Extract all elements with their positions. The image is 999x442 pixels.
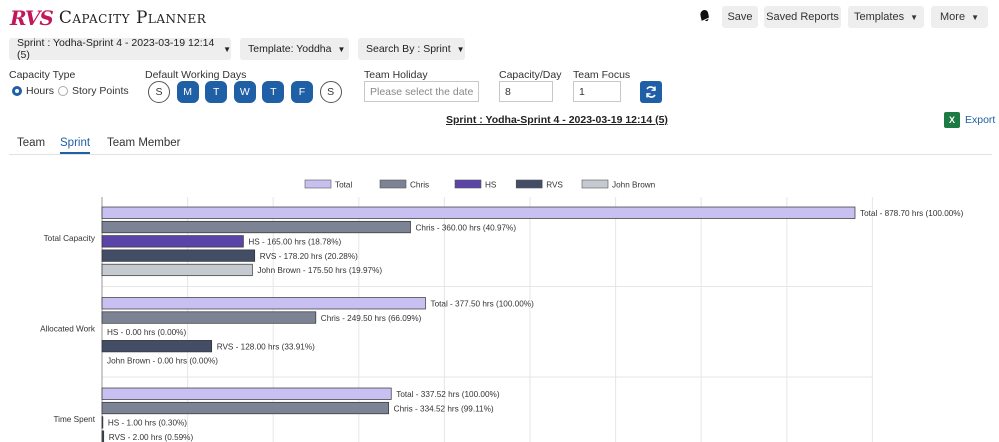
bar	[101, 297, 426, 310]
data-label: HS - 1.00 hrs (0.30%)	[108, 419, 187, 428]
bar	[101, 340, 213, 353]
bar	[101, 206, 856, 219]
bar	[101, 249, 256, 262]
data-label: RVS - 128.00 hrs (33.91%)	[217, 342, 315, 351]
chevron-down-icon: ▼	[337, 44, 346, 54]
bar	[101, 263, 253, 277]
team-holiday-label: Team Holiday	[364, 69, 428, 81]
legend-swatch	[454, 179, 482, 189]
working-day-toggle[interactable]: F	[291, 81, 313, 103]
bar	[101, 430, 105, 442]
report-heading: Sprint : Yodha-Sprint 4 - 2023-03-19 12:…	[446, 114, 668, 126]
capacity-bar-chart: Total Chris HS RVS John Brown Total Capacity T…	[40, 179, 964, 442]
data-label: HS - 0.00 hrs (0.00%)	[107, 328, 186, 337]
more-label: More	[940, 11, 966, 23]
hours-label: Hours	[26, 85, 55, 97]
legend-swatch	[515, 179, 543, 189]
data-label: RVS - 178.20 hrs (20.28%)	[260, 252, 358, 261]
legend-swatch	[581, 179, 609, 189]
bar	[101, 220, 411, 234]
legend-label: RVS	[546, 181, 563, 190]
sprint-dropdown[interactable]: Sprint : Yodha-Sprint 4 - 2023-03-19 12:…	[9, 37, 231, 61]
refresh-icon	[646, 86, 656, 98]
working-day-toggle[interactable]: W	[233, 81, 256, 103]
data-label: Total - 337.52 hrs (100.00%)	[396, 390, 500, 399]
app-logo: RVS Capacity Planner	[10, 5, 206, 31]
more-dropdown[interactable]: More ▼	[931, 6, 988, 28]
chevron-down-icon: ▼	[910, 12, 919, 22]
bar	[101, 387, 392, 400]
template-dropdown-label: Template: Yoddha	[248, 43, 332, 55]
legend-label: John Brown	[612, 181, 656, 190]
excel-icon: X	[944, 112, 960, 128]
capacity-type-label: Capacity Type	[9, 69, 76, 81]
chevron-down-icon: ▼	[971, 12, 979, 22]
templates-dropdown[interactable]: Templates ▼	[848, 6, 924, 28]
refresh-button[interactable]	[640, 81, 662, 103]
legend-label: HS	[485, 181, 497, 190]
working-day-toggle[interactable]: S	[319, 81, 342, 103]
search-by-label: Search By : Sprint	[366, 43, 451, 55]
radio-unselected-icon	[58, 86, 68, 96]
data-label: Total - 878.70 hrs (100.00%)	[860, 209, 964, 218]
search-by-dropdown[interactable]: Search By : Sprint ▼	[358, 38, 465, 60]
chevron-down-icon: ▼	[223, 44, 231, 54]
sprint-dropdown-label: Sprint : Yodha-Sprint 4 - 2023-03-19 12:…	[17, 37, 215, 61]
team-focus-input[interactable]: 1	[573, 81, 621, 102]
capacity-day-label: Capacity/Day	[499, 69, 562, 81]
working-day-toggle[interactable]: T	[205, 81, 228, 103]
bar	[101, 311, 317, 324]
tab-team[interactable]: Team	[17, 137, 45, 149]
working-day-toggle[interactable]: S	[148, 81, 170, 103]
saved-reports-button[interactable]: Saved Reports	[764, 6, 841, 28]
export-button[interactable]: X Export	[944, 112, 995, 128]
radio-selected-icon	[12, 86, 22, 96]
bar	[101, 416, 104, 429]
working-day-toggle[interactable]: T	[262, 81, 285, 103]
category-label: Time Spent	[53, 415, 95, 424]
export-label: Export	[965, 114, 996, 126]
data-label: Chris - 249.50 hrs (66.09%)	[321, 314, 422, 323]
tab-sprint[interactable]: Sprint	[60, 137, 91, 154]
bar	[101, 235, 244, 248]
data-label: John Brown - 0.00 hrs (0.00%)	[107, 357, 218, 366]
chevron-down-icon: ▼	[456, 44, 465, 54]
capacity-day-input[interactable]: 8	[499, 81, 553, 102]
templates-label: Templates	[853, 11, 905, 23]
category-label: Total Capacity	[44, 234, 96, 243]
working-days-label: Default Working Days	[145, 69, 247, 81]
data-label: Chris - 360.00 hrs (40.97%)	[416, 223, 517, 232]
story-points-label: Story Points	[72, 85, 129, 97]
data-label: Total - 377.50 hrs (100.00%)	[430, 300, 534, 309]
team-holiday-input[interactable]: Please select the date	[364, 81, 479, 102]
legend-swatch	[379, 179, 407, 189]
bar	[101, 401, 390, 415]
data-label: RVS - 2.00 hrs (0.59%)	[109, 433, 194, 442]
category-label: Allocated Work	[40, 325, 96, 334]
notification-icon[interactable]	[697, 8, 713, 24]
legend-label: Chris	[410, 181, 429, 190]
tab-team-member[interactable]: Team Member	[107, 137, 181, 149]
data-label: John Brown - 175.50 hrs (19.97%)	[257, 266, 382, 275]
working-day-toggle[interactable]: M	[176, 81, 199, 103]
legend-label: Total	[335, 181, 352, 190]
template-dropdown[interactable]: Template: Yoddha ▼	[240, 38, 349, 60]
data-label: HS - 165.00 hrs (18.78%)	[248, 238, 341, 247]
save-button[interactable]: Save	[722, 6, 758, 28]
hours-radio[interactable]: Hours	[12, 85, 54, 97]
logo-mark: RVS	[10, 6, 54, 30]
legend-swatch	[304, 179, 332, 189]
team-focus-label: Team Focus	[573, 69, 631, 81]
story-points-radio[interactable]: Story Points	[58, 85, 129, 97]
tabs-divider	[9, 154, 992, 155]
app-title: Capacity Planner	[58, 8, 207, 28]
data-label: Chris - 334.52 hrs (99.11%)	[394, 404, 494, 413]
